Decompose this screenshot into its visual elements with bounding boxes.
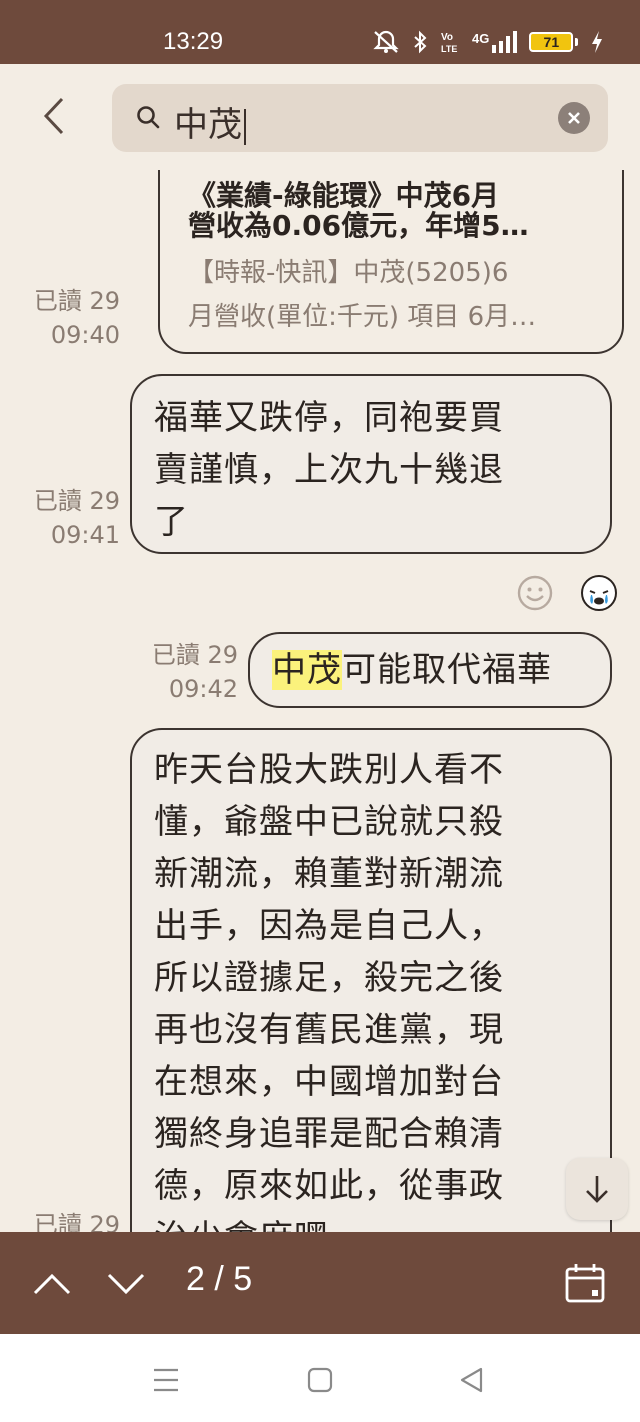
menu-button[interactable]: [146, 1364, 186, 1396]
link-preview-card[interactable]: 《業績-綠能環》中茂6月 營收為0.06億元，年增5… 【時報-快訊】中茂(52…: [158, 170, 624, 354]
message-meta: 已讀 29 09:41: [10, 484, 120, 552]
back-nav-button[interactable]: [452, 1364, 492, 1396]
read-count: 已讀 29: [33, 487, 120, 515]
read-count: 已讀 29: [151, 641, 238, 669]
card-desc-line1: 【時報-快訊】中茂(5205)6: [188, 258, 509, 288]
message-bubble[interactable]: 昨天台股大跌別人看不 懂，爺盤中已說就只殺 新潮流，賴董對新潮流 出手，因為是自…: [130, 728, 612, 1232]
arrow-down-icon: [586, 1176, 608, 1203]
svg-text:Vo: Vo: [441, 32, 453, 43]
svg-text:LTE: LTE: [441, 44, 457, 54]
previous-result-button[interactable]: [30, 1262, 74, 1306]
message-meta: 已讀 29: [10, 1208, 120, 1232]
clear-icon: [568, 112, 580, 124]
message-text: 可能取代福華: [342, 650, 552, 690]
chat-area[interactable]: 《業績-綠能環》中茂6月 營收為0.06億元，年增5… 【時報-快訊】中茂(52…: [0, 170, 640, 1232]
message-line: 福華又跌停，同袍要買: [154, 398, 504, 438]
message-line: 賣謹慎，上次九十幾退: [154, 450, 504, 490]
chevron-down-icon: [107, 1273, 145, 1295]
system-nav-bar: [0, 1334, 640, 1422]
mute-icon: [373, 30, 399, 53]
message-line: 在想來，中國增加對台: [154, 1062, 504, 1102]
back-triangle-icon: [460, 1367, 483, 1393]
result-counter: 2 / 5: [186, 1260, 253, 1298]
status-bar: 13:29 Vo LTE 4G 71: [0, 0, 640, 64]
charging-icon: [592, 31, 603, 53]
search-input[interactable]: 中茂: [112, 84, 608, 152]
message-bubble[interactable]: 中茂可能取代福華: [248, 632, 612, 708]
text-caret: [244, 108, 246, 145]
smiley-add-icon[interactable]: [516, 574, 554, 612]
chevron-left-icon: [43, 97, 64, 135]
battery-level: 71: [529, 32, 574, 52]
message-time: 09:40: [50, 321, 120, 349]
message-line: 再也沒有舊民進黨，現: [154, 1010, 504, 1050]
battery-icon: 71: [529, 32, 579, 52]
message-meta: 已讀 29 09:40: [10, 284, 120, 352]
search-query: 中茂: [174, 105, 242, 145]
calendar-button[interactable]: [564, 1262, 606, 1308]
message-line: 德，原來如此，從事政: [154, 1166, 504, 1206]
crying-face-icon[interactable]: [580, 574, 618, 612]
message-line: 懂，爺盤中已說就只殺: [154, 802, 504, 842]
message-line: 出手，因為是自己人，: [154, 906, 504, 946]
read-count: 已讀 29: [33, 287, 120, 315]
message-line: 昨天台股大跌別人看不: [154, 750, 504, 790]
message-line: 新潮流，賴董對新潮流: [154, 854, 504, 894]
back-button[interactable]: [32, 94, 76, 138]
status-icons: Vo LTE 4G 71: [372, 28, 604, 56]
clear-search-button[interactable]: [558, 102, 590, 134]
card-desc-line2: 月營收(單位:千元) 項目 6月…: [188, 302, 537, 332]
message-line: 了: [154, 502, 189, 542]
message-time: 09:42: [168, 675, 238, 703]
status-time: 13:29: [163, 28, 224, 55]
message-time: 09:41: [50, 521, 120, 549]
bluetooth-icon: [414, 30, 427, 54]
menu-icon: [154, 1368, 178, 1392]
home-button[interactable]: [300, 1364, 340, 1396]
calendar-icon: [565, 1264, 605, 1303]
message-bubble[interactable]: 福華又跌停，同袍要買 賣謹慎，上次九十幾退 了: [130, 374, 612, 554]
signal-icon: [492, 31, 518, 53]
message-line: 中茂可能取代福華: [272, 644, 588, 696]
home-icon: [307, 1367, 333, 1393]
search-highlight: 中茂: [272, 650, 342, 690]
message-line: 所以證據足，殺完之後: [154, 958, 504, 998]
search-header: 中茂: [0, 64, 640, 170]
search-result-bar: 2 / 5: [0, 1232, 640, 1334]
read-count: 已讀 29: [33, 1211, 120, 1232]
network-type: 4G: [472, 31, 490, 46]
next-result-button[interactable]: [104, 1262, 148, 1306]
chevron-up-icon: [33, 1273, 71, 1295]
message-meta: 已讀 29 09:42: [128, 638, 238, 706]
search-icon: [137, 106, 160, 129]
card-title-line2: 營收為0.06億元，年增5…: [188, 209, 529, 242]
message-line: 獨終身追罪是配合賴清: [154, 1114, 504, 1154]
volte-icon: Vo LTE: [441, 32, 457, 54]
scroll-to-bottom-button[interactable]: [566, 1158, 628, 1220]
message-line: 治少會庶嘿: [154, 1212, 588, 1232]
